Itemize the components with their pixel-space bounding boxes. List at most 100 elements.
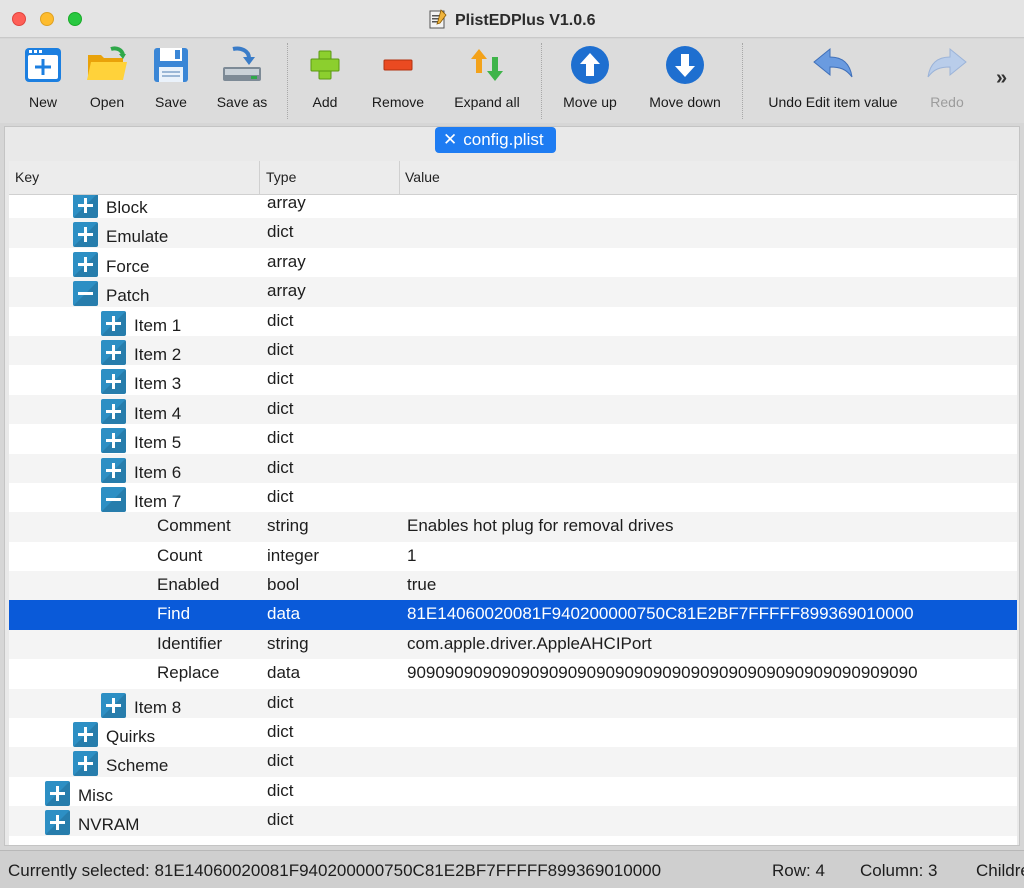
- key-cell[interactable]: Item 5: [101, 428, 181, 454]
- expand-plus-icon[interactable]: [101, 457, 126, 483]
- key-cell[interactable]: Item 3: [101, 369, 181, 395]
- table-row[interactable]: Count integer 1: [9, 542, 1017, 571]
- expand-plus-icon[interactable]: [101, 398, 126, 424]
- type-cell[interactable]: dict: [267, 369, 293, 389]
- key-cell[interactable]: Item 6: [101, 457, 181, 483]
- type-cell[interactable]: dict: [267, 458, 293, 478]
- column-divider[interactable]: [259, 161, 260, 195]
- type-cell[interactable]: string: [267, 634, 309, 654]
- key-cell[interactable]: Find: [157, 604, 190, 624]
- table-row[interactable]: Item 2 dict: [9, 335, 1017, 366]
- table-row[interactable]: Force array: [9, 248, 1017, 277]
- expand-plus-icon[interactable]: [45, 780, 70, 806]
- table-row[interactable]: Item 8 dict: [9, 688, 1017, 719]
- expand-plus-icon[interactable]: [73, 751, 98, 777]
- key-cell[interactable]: Count: [157, 546, 202, 566]
- key-cell[interactable]: Item 8: [101, 692, 181, 718]
- key-cell[interactable]: Scheme: [73, 751, 168, 777]
- expand-plus-icon[interactable]: [101, 310, 126, 336]
- type-cell[interactable]: dict: [267, 340, 293, 360]
- value-cell[interactable]: true: [407, 575, 436, 595]
- save-as-button[interactable]: Save as: [212, 45, 272, 119]
- expand-plus-icon[interactable]: [73, 251, 98, 277]
- key-cell[interactable]: Emulate: [73, 222, 168, 248]
- type-cell[interactable]: dict: [267, 487, 293, 507]
- key-cell[interactable]: Misc: [45, 780, 113, 806]
- key-cell[interactable]: Quirks: [73, 722, 155, 748]
- expand-plus-icon[interactable]: [101, 428, 126, 454]
- table-row[interactable]: Item 4 dict: [9, 394, 1017, 425]
- key-cell[interactable]: Block: [73, 193, 148, 218]
- expand-plus-icon[interactable]: [101, 369, 126, 395]
- save-button[interactable]: Save: [148, 45, 194, 119]
- toolbar-overflow-chevron-icon[interactable]: »: [996, 67, 1007, 90]
- value-cell[interactable]: Enables hot plug for removal drives: [407, 516, 673, 536]
- type-cell[interactable]: dict: [267, 781, 293, 801]
- table-row[interactable]: Identifier string com.apple.driver.AppleAH…: [9, 629, 1017, 660]
- add-button[interactable]: Add: [302, 45, 348, 119]
- collapse-minus-icon[interactable]: [101, 486, 126, 512]
- type-cell[interactable]: dict: [267, 693, 293, 713]
- key-cell[interactable]: Item 1: [101, 310, 181, 336]
- type-cell[interactable]: dict: [267, 810, 293, 830]
- table-row[interactable]: Quirks dict: [9, 718, 1017, 748]
- move-up-button[interactable]: Move up: [558, 45, 622, 119]
- table-row[interactable]: Item 6 dict: [9, 453, 1017, 483]
- table-row[interactable]: Replace data 90909090909090909090909090909…: [9, 659, 1017, 688]
- key-cell[interactable]: NVRAM: [45, 810, 139, 836]
- column-header-type[interactable]: Type: [266, 169, 296, 185]
- type-cell[interactable]: data: [267, 663, 300, 683]
- key-cell[interactable]: Force: [73, 251, 149, 277]
- table-row[interactable]: Patch array: [9, 277, 1017, 307]
- type-cell[interactable]: dict: [267, 311, 293, 331]
- expand-all-button[interactable]: Expand all: [450, 45, 524, 119]
- expand-plus-icon[interactable]: [101, 339, 126, 365]
- type-cell[interactable]: array: [267, 281, 306, 301]
- type-cell[interactable]: data: [267, 604, 300, 624]
- type-cell[interactable]: dict: [267, 722, 293, 742]
- type-cell[interactable]: integer: [267, 546, 319, 566]
- table-row[interactable]: Scheme dict: [9, 747, 1017, 777]
- expand-plus-icon[interactable]: [73, 222, 98, 248]
- type-cell[interactable]: dict: [267, 399, 293, 419]
- table-row[interactable]: Item 7 dict: [9, 483, 1017, 512]
- table-row[interactable]: Emulate dict: [9, 218, 1017, 248]
- redo-button[interactable]: Redo: [924, 45, 970, 119]
- type-cell[interactable]: dict: [267, 428, 293, 448]
- key-cell[interactable]: Item 7: [101, 486, 181, 512]
- remove-button[interactable]: Remove: [368, 45, 428, 119]
- key-cell[interactable]: Patch: [73, 281, 149, 307]
- value-cell[interactable]: 1: [407, 546, 416, 566]
- undo-button[interactable]: Undo Edit item value: [762, 45, 904, 119]
- table-row[interactable]: Item 1 dict: [9, 307, 1017, 336]
- key-cell[interactable]: Item 4: [101, 398, 181, 424]
- open-button[interactable]: Open: [84, 45, 130, 119]
- column-header-value[interactable]: Value: [405, 169, 440, 185]
- value-cell[interactable]: 9090909090909090909090909090909090909090…: [407, 663, 918, 683]
- column-header-key[interactable]: Key: [15, 169, 39, 185]
- key-cell[interactable]: Item 2: [101, 339, 181, 365]
- table-row[interactable]: Item 5 dict: [9, 424, 1017, 454]
- move-down-button[interactable]: Move down: [644, 45, 726, 119]
- expand-plus-icon[interactable]: [101, 692, 126, 718]
- tab-config-plist[interactable]: ✕ config.plist: [435, 127, 556, 153]
- key-cell[interactable]: Enabled: [157, 575, 219, 595]
- table-row[interactable]: Find data 81E14060020081F940200000750C81E2…: [9, 600, 1017, 630]
- type-cell[interactable]: string: [267, 516, 309, 536]
- table-row[interactable]: Item 3 dict: [9, 365, 1017, 395]
- type-cell[interactable]: array: [267, 193, 306, 213]
- table-row[interactable]: NVRAM dict: [9, 806, 1017, 836]
- key-cell[interactable]: Replace: [157, 663, 219, 683]
- type-cell[interactable]: bool: [267, 575, 299, 595]
- table-row[interactable]: Enabled bool true: [9, 571, 1017, 601]
- table-row[interactable]: Misc dict: [9, 777, 1017, 806]
- table-row[interactable]: Comment string Enables hot plug for remova…: [9, 512, 1017, 542]
- tab-close-icon[interactable]: ✕: [443, 127, 457, 152]
- expand-plus-icon[interactable]: [73, 193, 98, 218]
- key-cell[interactable]: Identifier: [157, 634, 222, 654]
- type-cell[interactable]: array: [267, 252, 306, 272]
- expand-plus-icon[interactable]: [73, 722, 98, 748]
- collapse-minus-icon[interactable]: [73, 281, 98, 307]
- column-divider[interactable]: [399, 161, 400, 195]
- key-cell[interactable]: Comment: [157, 516, 231, 536]
